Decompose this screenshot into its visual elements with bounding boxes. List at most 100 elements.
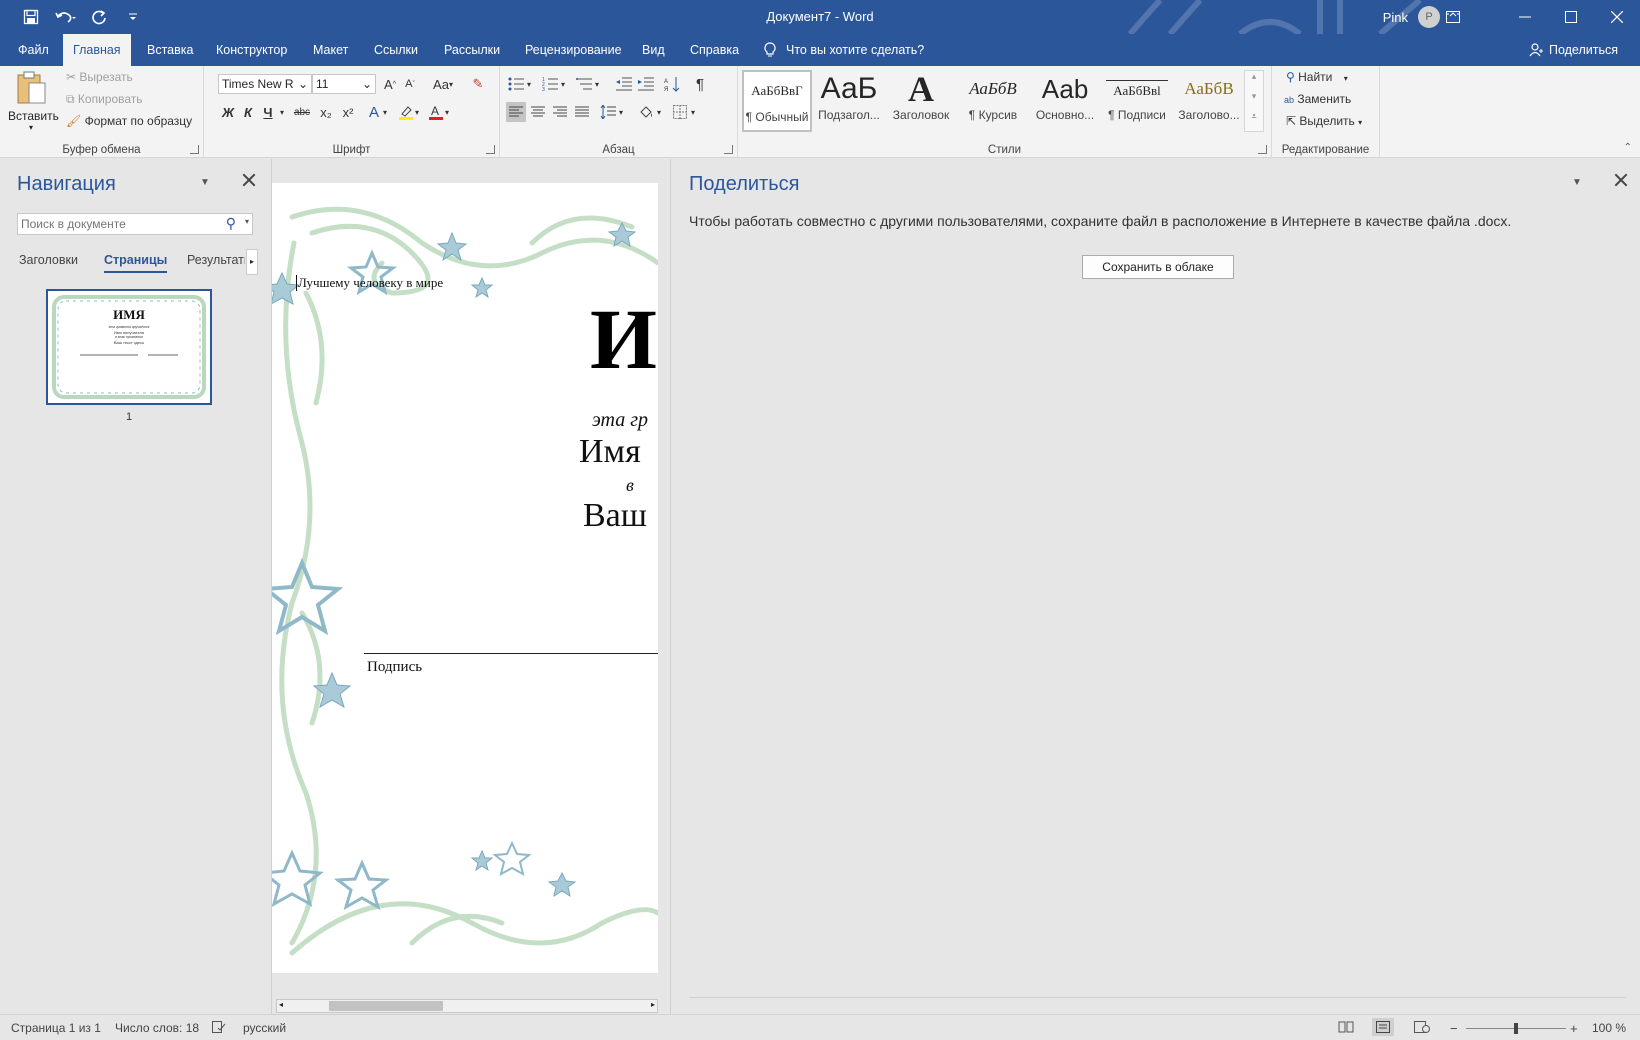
style-normal[interactable]: АаБбВвГ ¶ Обычный: [742, 70, 812, 132]
tab-insert[interactable]: Вставка: [143, 34, 197, 66]
redo-icon[interactable]: [86, 6, 112, 28]
document-name-heading[interactable]: И: [590, 289, 657, 389]
clipboard-launcher-icon[interactable]: [190, 145, 199, 154]
scroll-left-icon[interactable]: ◂: [279, 1000, 283, 1009]
align-right-icon[interactable]: [550, 102, 570, 122]
document-line-4[interactable]: Ваш: [583, 497, 647, 535]
change-case-button[interactable]: Aa ▾: [428, 74, 458, 94]
shading-icon[interactable]: [636, 102, 656, 122]
select-button[interactable]: ⇱ Выделить ▾: [1286, 114, 1362, 128]
document-line-2[interactable]: Имя: [579, 433, 641, 471]
tab-references[interactable]: Ссылки: [370, 34, 422, 66]
nav-search-box[interactable]: ⚲ ▾: [17, 213, 253, 235]
borders-icon[interactable]: [670, 102, 690, 122]
shading-dropdown-icon[interactable]: ▾: [654, 102, 664, 122]
styles-launcher-icon[interactable]: [1258, 145, 1267, 154]
shrink-font-icon[interactable]: Aˇ: [400, 74, 420, 94]
close-icon[interactable]: [1594, 0, 1640, 34]
tab-view[interactable]: Вид: [638, 34, 669, 66]
styles-gallery-scroll[interactable]: ▴ ▾ ⩡: [1244, 70, 1264, 132]
font-color-dropdown-icon[interactable]: ▾: [442, 102, 452, 122]
scrollbar-thumb[interactable]: [329, 1001, 443, 1011]
document-top-line[interactable]: Лучшему человеку в мире: [296, 275, 443, 291]
justify-icon[interactable]: [572, 102, 592, 122]
undo-icon[interactable]: [52, 6, 78, 28]
paste-button[interactable]: Вставить ▾: [8, 70, 59, 136]
line-spacing-icon[interactable]: [598, 102, 618, 122]
minimize-icon[interactable]: [1502, 0, 1548, 34]
document-page[interactable]: Лучшему человеку в мире И эта гр Имя в В…: [272, 183, 658, 973]
print-layout-icon[interactable]: [1372, 1018, 1394, 1036]
style-italic[interactable]: АаБбВ ¶ Курсив: [958, 70, 1028, 132]
highlight-dropdown-icon[interactable]: ▾: [412, 102, 422, 122]
style-body[interactable]: Ааb Основно...: [1030, 70, 1100, 132]
document-line-1[interactable]: эта гр: [592, 409, 648, 432]
style-subtitle[interactable]: АаБ Подзагол...: [814, 70, 884, 132]
paste-dropdown-icon[interactable]: ▾: [8, 123, 54, 132]
ribbon-display-options-icon[interactable]: [1430, 0, 1476, 34]
share-options-icon[interactable]: ▼: [1572, 177, 1582, 188]
search-input[interactable]: [18, 214, 214, 234]
italic-button[interactable]: К: [238, 102, 258, 122]
superscript-button[interactable]: x²: [338, 102, 358, 122]
bullets-icon[interactable]: [506, 74, 526, 94]
nav-tab-results[interactable]: Результать: [187, 253, 245, 267]
maximize-icon[interactable]: [1548, 0, 1594, 34]
multilevel-dropdown-icon[interactable]: ▾: [592, 74, 602, 94]
tab-home[interactable]: Главная: [63, 34, 131, 66]
tab-help[interactable]: Справка: [686, 34, 743, 66]
nav-close-icon[interactable]: [242, 173, 256, 187]
find-button[interactable]: ⚲ Найти ▾: [1286, 70, 1348, 84]
align-left-icon[interactable]: [506, 102, 526, 122]
zoom-slider-thumb[interactable]: [1514, 1023, 1518, 1034]
chevron-down-icon[interactable]: ▾: [1245, 91, 1263, 111]
web-layout-icon[interactable]: [1414, 1021, 1430, 1036]
proofing-icon[interactable]: [212, 1021, 226, 1036]
style-title[interactable]: А Заголовок: [886, 70, 956, 132]
font-size-select[interactable]: 11 ⌄: [312, 74, 376, 94]
tab-file[interactable]: Файл: [14, 34, 53, 66]
nav-options-icon[interactable]: ▼: [200, 177, 210, 188]
decrease-indent-icon[interactable]: [614, 74, 634, 94]
tab-design[interactable]: Конструктор: [212, 34, 291, 66]
pane-divider[interactable]: [670, 159, 671, 1014]
tab-layout[interactable]: Макет: [309, 34, 352, 66]
read-mode-icon[interactable]: [1338, 1021, 1354, 1036]
save-to-cloud-button[interactable]: Сохранить в облаке: [1082, 255, 1234, 279]
tell-me-box[interactable]: Что вы хотите сделать?: [764, 34, 924, 66]
subscript-button[interactable]: x₂: [316, 102, 336, 122]
increase-indent-icon[interactable]: [636, 74, 656, 94]
clear-formatting-icon[interactable]: ✎: [468, 74, 488, 94]
zoom-in-icon[interactable]: +: [1570, 1021, 1578, 1036]
show-formatting-marks-icon[interactable]: ¶: [690, 74, 710, 94]
nav-tab-headings[interactable]: Заголовки: [19, 253, 78, 267]
collapse-ribbon-icon[interactable]: ⌃: [1624, 142, 1632, 153]
paragraph-launcher-icon[interactable]: [724, 145, 733, 154]
tab-review[interactable]: Рецензирование: [521, 34, 626, 66]
sort-icon[interactable]: AЯ: [662, 74, 682, 94]
underline-dropdown-icon[interactable]: ▾: [276, 102, 288, 122]
font-name-select[interactable]: Times New R ⌄: [218, 74, 312, 94]
horizontal-scrollbar[interactable]: ◂ ▸: [276, 999, 658, 1013]
search-icon[interactable]: ⚲: [226, 215, 236, 232]
borders-dropdown-icon[interactable]: ▾: [688, 102, 698, 122]
tab-mailings[interactable]: Рассылки: [440, 34, 504, 66]
zoom-level[interactable]: 100 %: [1592, 1021, 1626, 1035]
format-painter-button[interactable]: 🖌 Формат по образцу: [66, 114, 192, 128]
font-launcher-icon[interactable]: [486, 145, 495, 154]
save-icon[interactable]: [18, 6, 44, 28]
text-effects-dropdown-icon[interactable]: ▾: [380, 102, 390, 122]
nav-tabs-scroll-right[interactable]: ▸: [246, 249, 258, 275]
numbering-dropdown-icon[interactable]: ▾: [558, 74, 568, 94]
multilevel-list-icon[interactable]: [574, 74, 594, 94]
language-indicator[interactable]: русский: [243, 1021, 286, 1035]
customize-qat-icon[interactable]: [120, 6, 146, 28]
cut-button[interactable]: ✂ Вырезать: [66, 70, 133, 84]
numbering-icon[interactable]: 123: [540, 74, 560, 94]
underline-button[interactable]: Ч: [258, 102, 278, 122]
style-signatures[interactable]: АаБбВвl ¶ Подписи: [1102, 70, 1172, 132]
bullets-dropdown-icon[interactable]: ▾: [524, 74, 534, 94]
style-heading[interactable]: АаБбВ Заголово...: [1174, 70, 1244, 132]
bold-button[interactable]: Ж: [218, 102, 238, 122]
zoom-slider[interactable]: [1466, 1023, 1566, 1034]
